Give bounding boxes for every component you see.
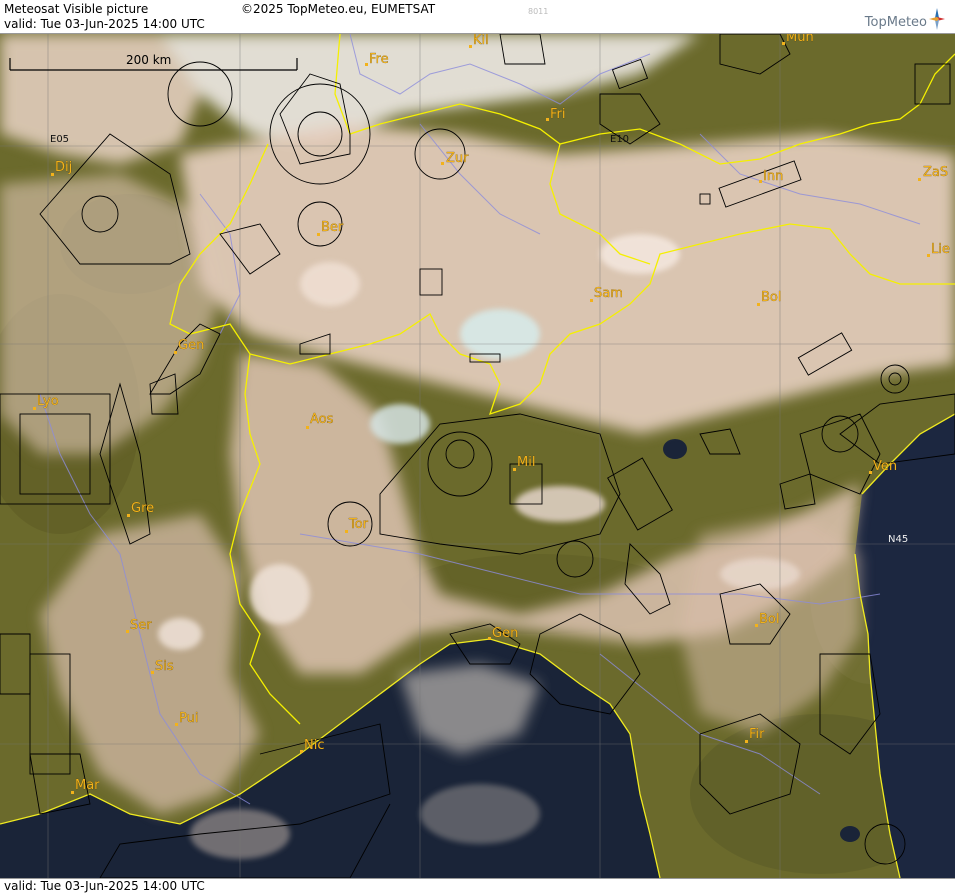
valid-time-footer: valid: Tue 03-Jun-2025 14:00 UTC: [4, 879, 205, 893]
grid-label-e05: E05: [50, 134, 69, 145]
map-frame: Meteosat Visible picture valid: Tue 03-J…: [0, 0, 955, 893]
city-label-lie[interactable]: Lie: [931, 242, 950, 257]
city-dot-nic: [300, 750, 303, 753]
city-label-gre[interactable]: Gre: [131, 501, 154, 516]
city-dot-pui: [175, 723, 178, 726]
city-dot-aos: [306, 426, 309, 429]
city-label-fre[interactable]: Fre: [369, 52, 389, 67]
city-dot-bol-n: [757, 303, 760, 306]
city-dot-kil: [469, 45, 472, 48]
city-dot-fre: [365, 63, 368, 66]
header-bar: Meteosat Visible picture valid: Tue 03-J…: [0, 0, 955, 34]
topmeteo-logo[interactable]: TopMeteo: [847, 6, 947, 32]
city-dot-fir: [745, 740, 748, 743]
city-dot-mar: [71, 791, 74, 794]
city-dot-gre: [127, 514, 130, 517]
city-dot-ven: [869, 471, 872, 474]
city-dot-gen-ch: [174, 351, 177, 354]
city-dot-sam: [590, 299, 593, 302]
compass-icon: [929, 8, 945, 30]
city-label-dij[interactable]: Dij: [55, 160, 73, 175]
city-label-inn[interactable]: Inn: [763, 169, 784, 184]
city-dot-mun: [782, 42, 785, 45]
city-label-zur[interactable]: Zur: [446, 151, 469, 166]
city-label-gen-it[interactable]: Gen: [492, 626, 519, 641]
city-label-sam[interactable]: Sam: [594, 286, 623, 301]
valid-time: valid: Tue 03-Jun-2025 14:00 UTC: [4, 17, 205, 31]
city-label-fir[interactable]: Fir: [749, 727, 765, 742]
city-dot-bol-s: [755, 624, 758, 627]
city-label-mun[interactable]: Mun: [786, 34, 814, 45]
city-label-fri[interactable]: Fri: [550, 107, 566, 122]
image-code: 8011: [528, 7, 549, 16]
city-label-bol-n[interactable]: Bol: [761, 290, 782, 305]
grid-label-n45: N45: [888, 534, 908, 545]
city-dot-tor: [345, 530, 348, 533]
city-label-lyo[interactable]: Lyo: [37, 394, 59, 409]
satellite-map[interactable]: 200 km E05 E10 N45 Kil Fre Mun Fri Dij Z…: [0, 34, 955, 878]
city-label-nic[interactable]: Nic: [304, 738, 325, 753]
city-dot-lie: [927, 254, 930, 257]
logo-text: TopMeteo: [864, 15, 927, 30]
city-dot-zur: [441, 162, 444, 165]
city-dot-dij: [51, 173, 54, 176]
city-label-mil[interactable]: Mil: [517, 455, 536, 470]
city-label-ven[interactable]: Ven: [873, 459, 897, 474]
image-title: Meteosat Visible picture: [4, 2, 149, 16]
grid-label-e10: E10: [610, 134, 629, 145]
city-label-ber[interactable]: Ber: [321, 220, 344, 235]
city-label-sis[interactable]: Sis: [155, 659, 174, 674]
city-label-mar[interactable]: Mar: [75, 778, 101, 793]
city-dot-lyo: [33, 407, 36, 410]
city-dot-zas: [918, 178, 921, 181]
city-label-zas[interactable]: ZaS: [923, 165, 948, 180]
city-dot-fri: [546, 118, 549, 121]
copyright-text: ©2025 TopMeteo.eu, EUMETSAT: [241, 2, 436, 16]
city-dot-sis: [151, 671, 154, 674]
city-label-bol-s[interactable]: Bol: [759, 612, 780, 627]
city-label-ser[interactable]: Ser: [130, 618, 153, 633]
city-label-pui[interactable]: Pui: [179, 711, 199, 726]
city-label-kil[interactable]: Kil: [473, 34, 489, 48]
city-label-tor[interactable]: Tor: [348, 517, 369, 532]
city-label-aos[interactable]: Aos: [310, 412, 334, 427]
footer-bar: valid: Tue 03-Jun-2025 14:00 UTC: [0, 878, 955, 893]
scale-bar-label: 200 km: [126, 53, 171, 67]
city-dot-mil: [513, 468, 516, 471]
city-dot-ber: [317, 233, 320, 236]
city-dot-inn: [759, 180, 762, 183]
city-label-gen-ch[interactable]: Gen: [178, 338, 205, 353]
city-dot-ser: [126, 630, 129, 633]
city-dot-gen-it: [488, 637, 491, 640]
